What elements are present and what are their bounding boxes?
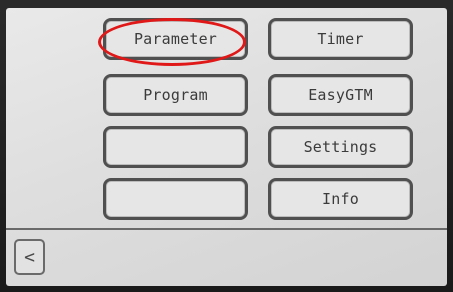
empty-button-left-4[interactable] — [103, 178, 248, 220]
program-button[interactable]: Program — [103, 74, 248, 116]
easygtm-button[interactable]: EasyGTM — [268, 74, 413, 116]
settings-button[interactable]: Settings — [268, 126, 413, 168]
empty-button-left-3[interactable] — [103, 126, 248, 168]
touch-screen: Parameter Timer Program EasyGTM Settings… — [6, 8, 447, 286]
back-button[interactable]: < — [14, 239, 45, 275]
timer-button[interactable]: Timer — [268, 18, 413, 60]
device-bezel: Parameter Timer Program EasyGTM Settings… — [0, 0, 453, 292]
chevron-left-icon: < — [24, 246, 35, 268]
footer-divider — [6, 228, 447, 230]
info-button[interactable]: Info — [268, 178, 413, 220]
parameter-button[interactable]: Parameter — [103, 18, 248, 60]
